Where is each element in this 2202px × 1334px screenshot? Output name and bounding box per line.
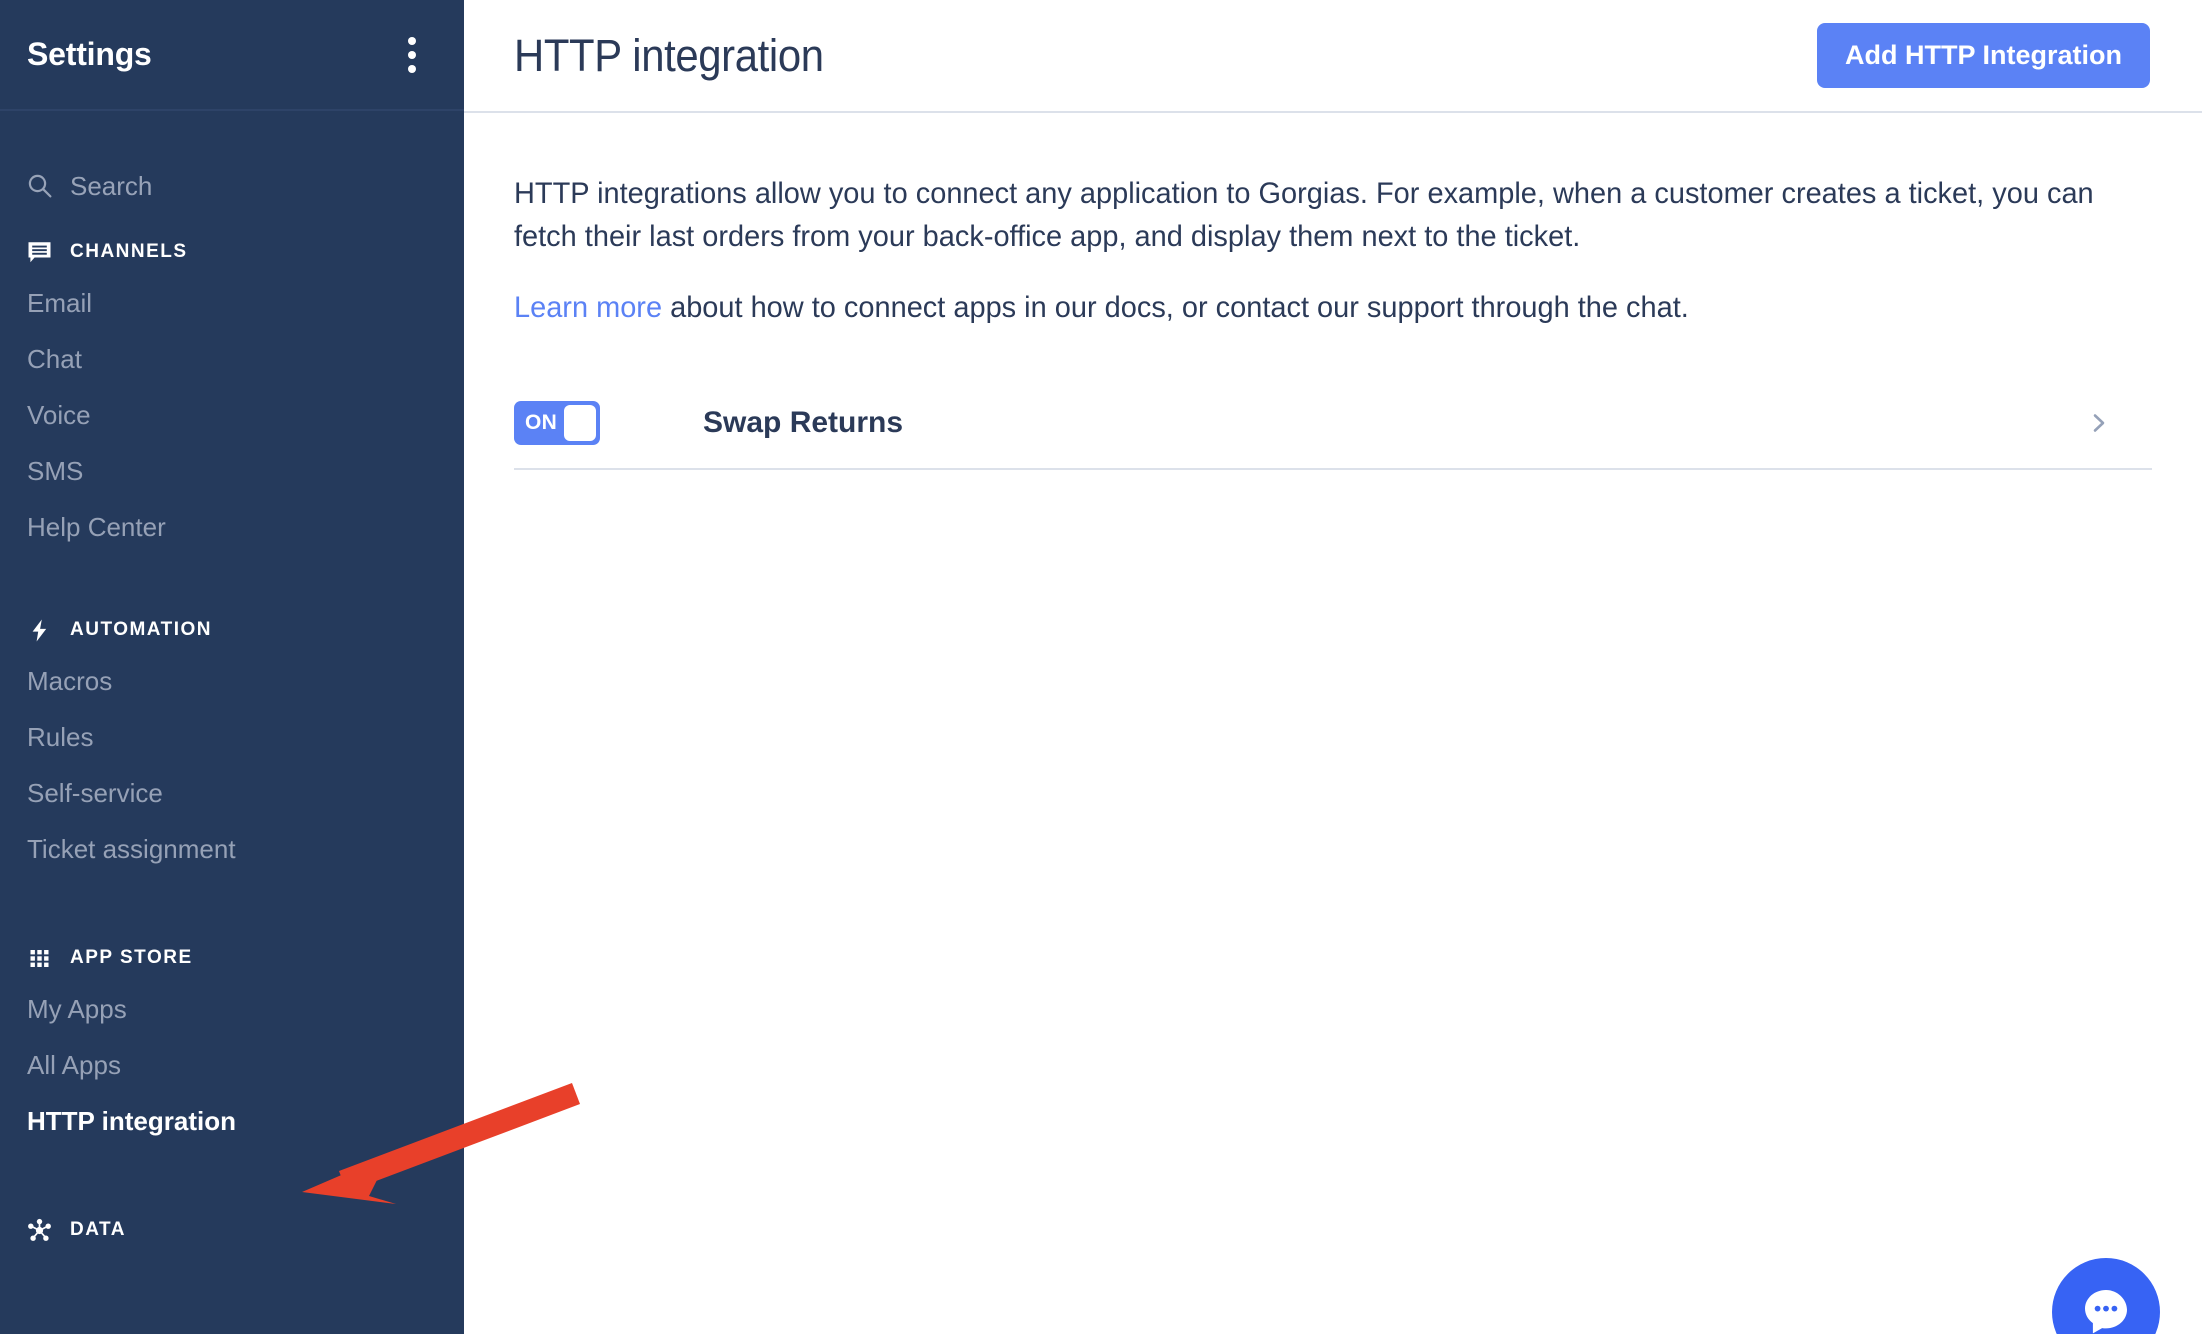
search-input[interactable]: Search (0, 149, 464, 223)
nav-group-channels: CHANNELS Email Chat Voice SMS Help Cente… (0, 229, 464, 555)
group-label: AUTOMATION (70, 619, 213, 640)
group-header-app-store: APP STORE (0, 935, 464, 981)
sidebar-item-http-integration[interactable]: HTTP integration (0, 1093, 464, 1149)
sidebar-item-self-service[interactable]: Self-service (0, 765, 464, 821)
toggle-knob (564, 404, 596, 441)
docs-paragraph: Learn more about how to connect apps in … (514, 287, 2095, 330)
sidebar-header: Settings (0, 0, 464, 111)
intro-paragraph: HTTP integrations allow you to connect a… (514, 177, 2094, 253)
group-header-channels: CHANNELS (0, 229, 464, 275)
grid-dots-icon (27, 946, 52, 971)
sidebar-item-rules[interactable]: Rules (0, 709, 464, 765)
sidebar-title: Settings (27, 36, 152, 72)
kebab-dot (408, 50, 416, 59)
main-content: HTTP integration Add HTTP Integration HT… (464, 0, 2202, 1334)
sidebar-item-ticket-assignment[interactable]: Ticket assignment (0, 821, 464, 877)
add-http-integration-button[interactable]: Add HTTP Integration (1817, 22, 2150, 89)
group-label: CHANNELS (70, 241, 188, 262)
sidebar-item-sms[interactable]: SMS (0, 443, 464, 499)
search-icon (27, 173, 53, 199)
group-header-data: DATA (0, 1207, 464, 1253)
kebab-menu-icon[interactable] (394, 29, 430, 81)
lightning-bolt-icon (27, 618, 52, 643)
settings-page: Settings Search CHANNELS Email Chat Voic… (0, 0, 2202, 1334)
sidebar-item-my-apps[interactable]: My Apps (0, 981, 464, 1037)
docs-paragraph-rest: about how to connect apps in our docs, o… (662, 290, 1689, 324)
nav-group-data: DATA (0, 1207, 464, 1253)
group-label: DATA (70, 1219, 126, 1240)
chat-bubble-icon (27, 240, 52, 265)
learn-more-link[interactable]: Learn more (514, 291, 662, 324)
sidebar-item-macros[interactable]: Macros (0, 653, 464, 709)
toggle-state-label: ON (525, 410, 558, 434)
kebab-dot (408, 36, 416, 45)
kebab-dot (408, 64, 416, 73)
sidebar-item-help-center[interactable]: Help Center (0, 499, 464, 555)
main-body: HTTP integrations allow you to connect a… (464, 113, 2202, 470)
sidebar-item-all-apps[interactable]: All Apps (0, 1037, 464, 1093)
integration-row-swap-returns[interactable]: ON Swap Returns (514, 378, 2152, 470)
chat-bubble-dots-icon (2085, 1290, 2127, 1334)
integration-name: Swap Returns (703, 405, 904, 439)
search-placeholder: Search (70, 170, 153, 201)
nav-group-automation: AUTOMATION Macros Rules Self-service Tic… (0, 607, 464, 877)
nav-group-app-store: APP STORE My Apps All Apps HTTP integrat… (0, 935, 464, 1149)
chat-support-button[interactable] (2052, 1258, 2160, 1334)
node-graph-icon (27, 1218, 52, 1243)
settings-sidebar: Settings Search CHANNELS Email Chat Voic… (0, 0, 464, 1334)
group-header-automation: AUTOMATION (0, 607, 464, 653)
sidebar-item-voice[interactable]: Voice (0, 387, 464, 443)
page-title: HTTP integration (514, 29, 824, 81)
sidebar-item-chat[interactable]: Chat (0, 331, 464, 387)
integration-toggle[interactable]: ON (514, 400, 600, 445)
main-header: HTTP integration Add HTTP Integration (464, 0, 2202, 113)
group-label: APP STORE (70, 947, 193, 968)
sidebar-item-email[interactable]: Email (0, 275, 464, 331)
chevron-right-icon[interactable] (2088, 412, 2110, 434)
